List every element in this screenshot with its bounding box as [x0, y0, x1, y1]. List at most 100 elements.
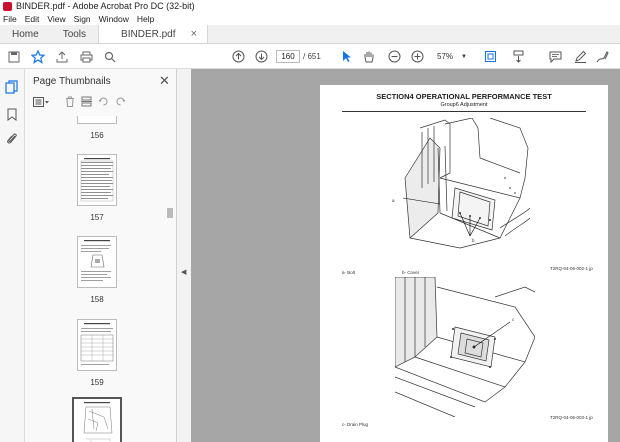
- menu-window[interactable]: Window: [99, 14, 129, 24]
- tab-document[interactable]: BINDER.pdf ×: [98, 25, 209, 43]
- panel-collapse-handle[interactable]: ◀: [177, 69, 191, 442]
- window-title: BINDER.pdf - Adobe Acrobat Pro DC (32-bi…: [16, 1, 195, 11]
- hand-tool-button[interactable]: [362, 48, 376, 65]
- zoom-value: 57%: [437, 52, 454, 61]
- heading-rule: [342, 111, 586, 112]
- document-heading: SECTION4 OPERATIONAL PERFORMANCE TEST: [376, 92, 552, 101]
- thumbnail-content: [80, 323, 114, 365]
- rotate-cw-icon: [116, 97, 126, 106]
- pages-icon: [5, 80, 18, 94]
- page-number-input[interactable]: 160: [276, 50, 300, 63]
- plus-circle-icon: [411, 50, 423, 63]
- search-button[interactable]: [102, 48, 118, 65]
- legend-drain-plug: c- Drain Plug: [342, 422, 369, 427]
- thumbnails-scrollbar[interactable]: [166, 116, 174, 442]
- sign-button[interactable]: [594, 48, 610, 65]
- rotate-ccw-icon: [98, 97, 108, 106]
- legend-cover: b- Cover: [402, 270, 420, 275]
- tab-home[interactable]: Home: [0, 25, 51, 43]
- attachments-panel-button[interactable]: [6, 132, 18, 148]
- search-icon: [104, 51, 116, 62]
- pdf-page: SECTION4 OPERATIONAL PERFORMANCE TEST Gr…: [320, 85, 608, 442]
- options-menu-button[interactable]: [33, 96, 51, 110]
- page-thumbnail[interactable]: [77, 236, 117, 288]
- figure-2-ref: T2RQ-04-06-003-1 jp: [550, 415, 593, 420]
- menu-help[interactable]: Help: [137, 14, 154, 24]
- zoom-out-button[interactable]: [387, 48, 401, 65]
- document-viewer[interactable]: SECTION4 OPERATIONAL PERFORMANCE TEST Gr…: [191, 69, 620, 442]
- insert-page-button[interactable]: [81, 96, 92, 110]
- callout-c: c: [512, 317, 515, 322]
- thumbnails-list[interactable]: 156 157 158 159: [25, 116, 165, 442]
- save-button[interactable]: [6, 48, 22, 65]
- pen-icon: [574, 50, 586, 63]
- document-subheading: Group6 Adjustment: [440, 102, 488, 108]
- close-icon[interactable]: ✕: [159, 73, 170, 89]
- arrow-up-circle-icon: [232, 50, 244, 63]
- thumbnail-label: 157: [90, 213, 104, 222]
- page-thumbnail[interactable]: [77, 319, 117, 371]
- bookmarks-panel-button[interactable]: [7, 108, 17, 124]
- menu-sign[interactable]: Sign: [74, 14, 91, 24]
- thumbnail-content: [81, 240, 111, 281]
- menu-edit[interactable]: Edit: [25, 14, 40, 24]
- thumbnails-panel-button[interactable]: [5, 80, 19, 97]
- thumbnail-label: 159: [90, 378, 104, 387]
- print-button[interactable]: [78, 48, 94, 65]
- page-thumbnail[interactable]: [77, 116, 117, 124]
- bookmark-icon: [7, 108, 17, 121]
- figure-1: a b: [392, 117, 531, 253]
- rotate-right-button[interactable]: [115, 96, 126, 110]
- toolbar: 160 / 651 57% ▼: [0, 44, 620, 69]
- page-thumbnail-current[interactable]: [72, 397, 122, 442]
- upload-button[interactable]: [54, 48, 70, 65]
- menu-bar: File Edit View Sign Window Help: [0, 12, 620, 25]
- page-fit-button[interactable]: [481, 48, 499, 65]
- zoom-in-button[interactable]: [410, 48, 424, 65]
- highlight-button[interactable]: [572, 48, 588, 65]
- tab-tools[interactable]: Tools: [51, 25, 98, 43]
- page-total: / 651: [303, 52, 321, 61]
- comment-icon: [549, 51, 561, 63]
- previous-page-button[interactable]: [230, 48, 246, 65]
- hand-icon: [364, 51, 374, 63]
- drain-plug-illustration: [394, 276, 536, 418]
- scroll-mode-button[interactable]: [510, 48, 526, 65]
- menu-view[interactable]: View: [47, 14, 65, 24]
- acrobat-logo-icon: [3, 1, 12, 11]
- list-options-icon: [33, 96, 49, 107]
- cursor-icon: [343, 51, 351, 62]
- thumbnail-label: 156: [90, 131, 104, 140]
- callout-b: b: [472, 238, 475, 243]
- thumbnail-label: 158: [90, 295, 104, 304]
- star-icon: [31, 49, 45, 64]
- trash-icon: [66, 96, 74, 107]
- machine-cab-illustration: [402, 117, 531, 249]
- comment-button[interactable]: [547, 48, 563, 65]
- page-thumbnail[interactable]: [77, 154, 117, 206]
- delete-page-button[interactable]: [65, 96, 75, 110]
- close-icon[interactable]: ×: [191, 28, 197, 40]
- menu-file[interactable]: File: [3, 14, 17, 24]
- minus-circle-icon: [388, 50, 400, 63]
- next-page-button[interactable]: [253, 48, 269, 65]
- tab-document-label: BINDER.pdf: [121, 28, 176, 40]
- panel-title: Page Thumbnails: [33, 76, 111, 87]
- tab-bar: Home Tools BINDER.pdf ×: [0, 25, 620, 44]
- bookmark-star-button[interactable]: [30, 48, 46, 65]
- figure-2: c: [394, 276, 536, 418]
- scrollbar-thumb[interactable]: [167, 208, 173, 218]
- scroll-mode-icon: [513, 50, 523, 63]
- left-rail: [0, 69, 25, 442]
- signature-pen-icon: [596, 51, 609, 63]
- callout-a: a: [392, 198, 395, 203]
- select-tool-button[interactable]: [340, 48, 354, 65]
- rotate-left-button[interactable]: [98, 96, 109, 110]
- zoom-select[interactable]: 57% ▼: [434, 50, 470, 63]
- paperclip-icon: [7, 133, 17, 144]
- thumbnail-content: [80, 158, 114, 202]
- insert-pages-icon: [81, 96, 92, 107]
- thumbnail-content: [83, 402, 113, 442]
- printer-icon: [80, 51, 92, 62]
- save-icon: [8, 51, 20, 62]
